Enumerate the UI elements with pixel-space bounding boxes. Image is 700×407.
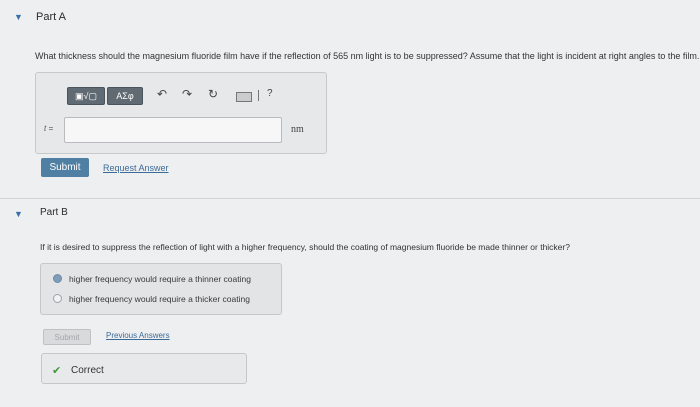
greek-symbols-button[interactable]: ΑΣφ: [107, 87, 143, 105]
submit-button-part-b: Submit: [43, 329, 91, 345]
greek-label: ΑΣφ: [116, 91, 134, 101]
reset-icon[interactable]: ↻: [208, 87, 218, 101]
radio-option-thinner[interactable]: [53, 274, 62, 283]
part-b-title: Part B: [40, 207, 68, 218]
template-button[interactable]: ▣√▢: [67, 87, 105, 105]
feedback-correct: Correct: [71, 365, 104, 376]
submit-button-part-a[interactable]: Submit: [41, 158, 89, 177]
undo-icon[interactable]: ↶: [157, 87, 167, 101]
part-a-title: Part A: [36, 11, 66, 23]
previous-answers-link[interactable]: Previous Answers: [106, 331, 170, 340]
variable-label: t =: [44, 124, 54, 133]
choices-panel: [40, 263, 282, 315]
unit-label: nm: [291, 124, 304, 135]
part-b-question: If it is desired to suppress the reflect…: [40, 242, 570, 252]
toolbar-separator: [258, 90, 259, 101]
part-a-question: What thickness should the magnesium fluo…: [35, 51, 700, 61]
answer-input[interactable]: [64, 117, 282, 143]
keyboard-icon[interactable]: [236, 92, 252, 102]
radio-option-thicker[interactable]: [53, 294, 62, 303]
request-answer-link[interactable]: Request Answer: [103, 163, 169, 173]
option-thinner-label[interactable]: higher frequency would require a thinner…: [69, 274, 251, 284]
section-divider: [0, 198, 700, 199]
checkmark-icon: ✔: [52, 365, 62, 377]
submit-label: Submit: [49, 162, 81, 173]
submit-label: Submit: [54, 332, 80, 342]
help-icon[interactable]: ?: [267, 88, 273, 99]
option-thicker-label[interactable]: higher frequency would require a thicker…: [69, 294, 250, 304]
collapse-triangle-icon[interactable]: ▼: [14, 12, 23, 22]
redo-icon[interactable]: ↷: [182, 87, 192, 101]
collapse-triangle-icon[interactable]: ▼: [14, 209, 23, 219]
template-label: ▣√▢: [75, 90, 97, 101]
